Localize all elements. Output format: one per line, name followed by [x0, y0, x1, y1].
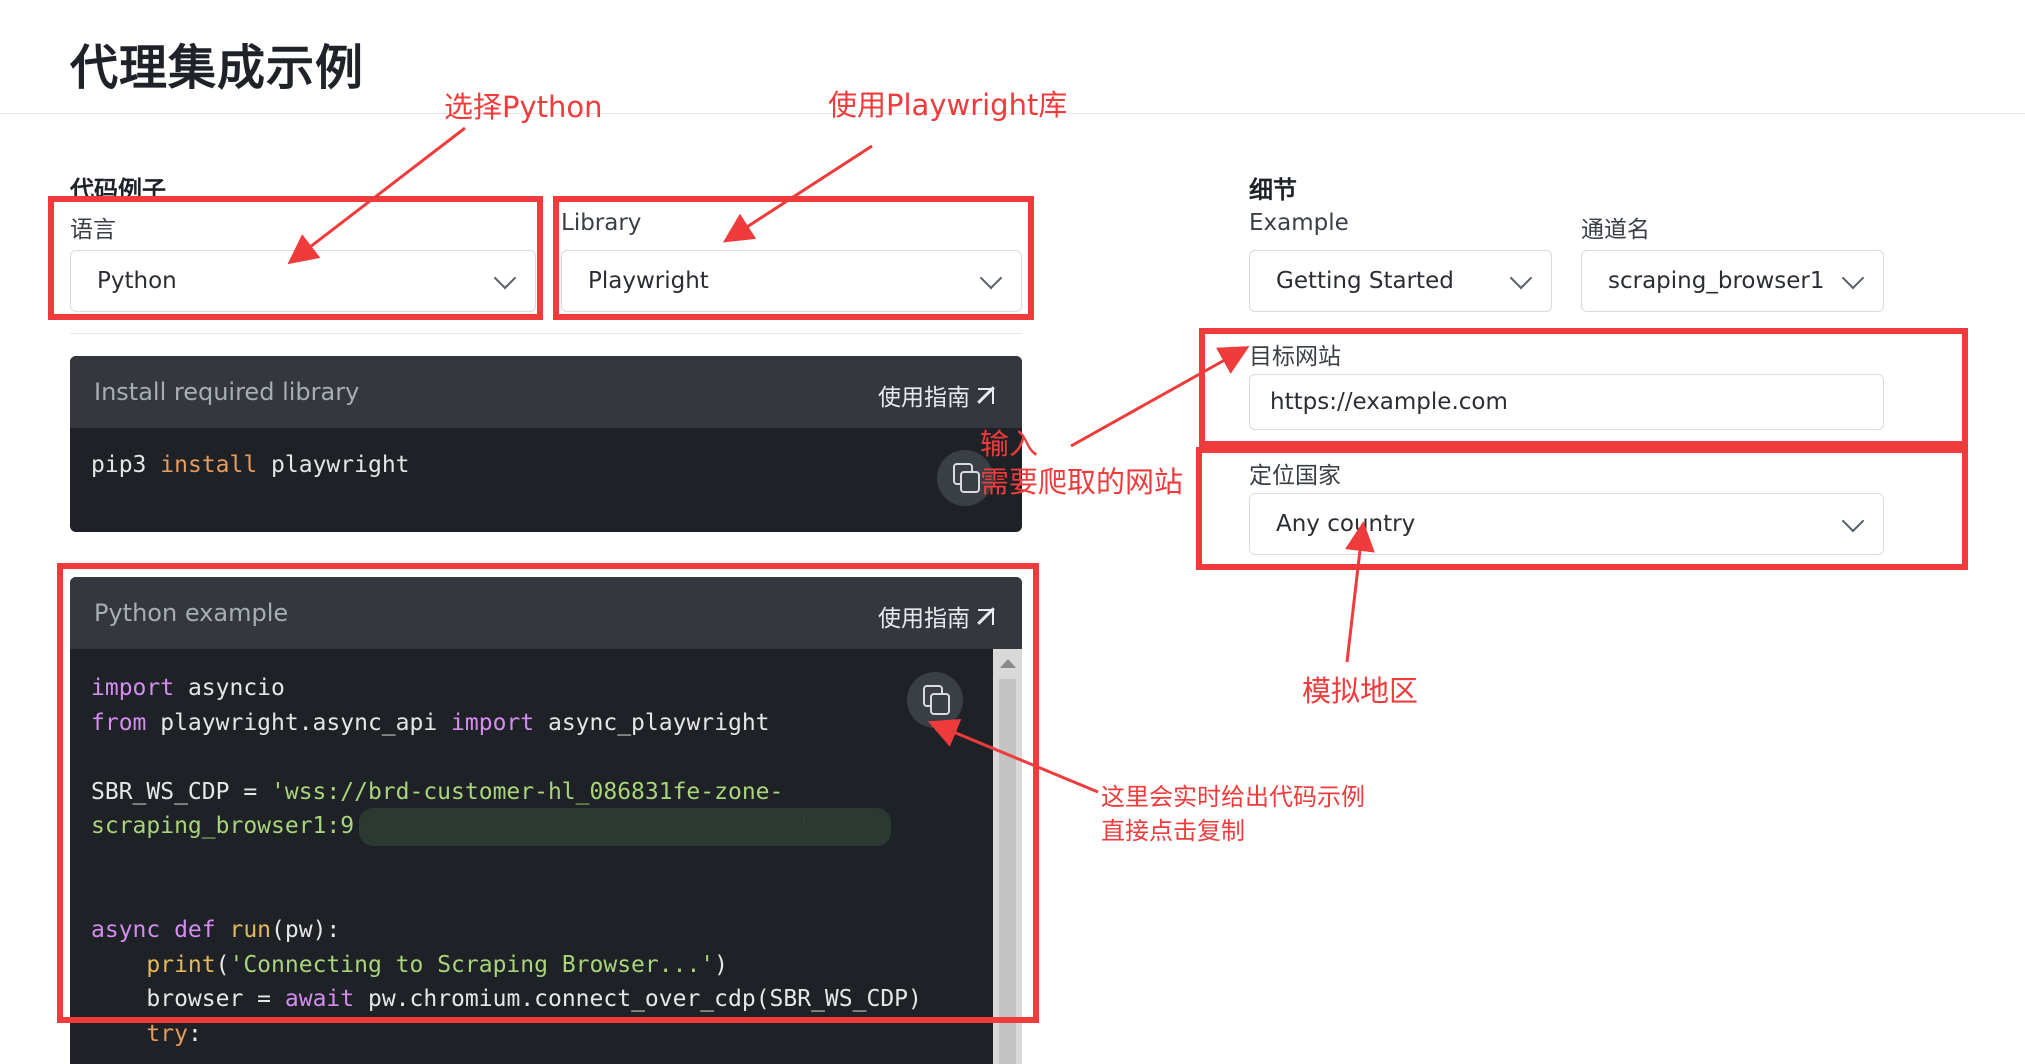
arrow-to-target [1070, 346, 1250, 448]
arrow-to-country [1345, 521, 1375, 663]
arrow-to-library [722, 144, 873, 243]
arrow-to-copy [927, 719, 1099, 794]
annotation-arrows [287, 126, 1375, 794]
arrow-to-language [287, 126, 466, 265]
